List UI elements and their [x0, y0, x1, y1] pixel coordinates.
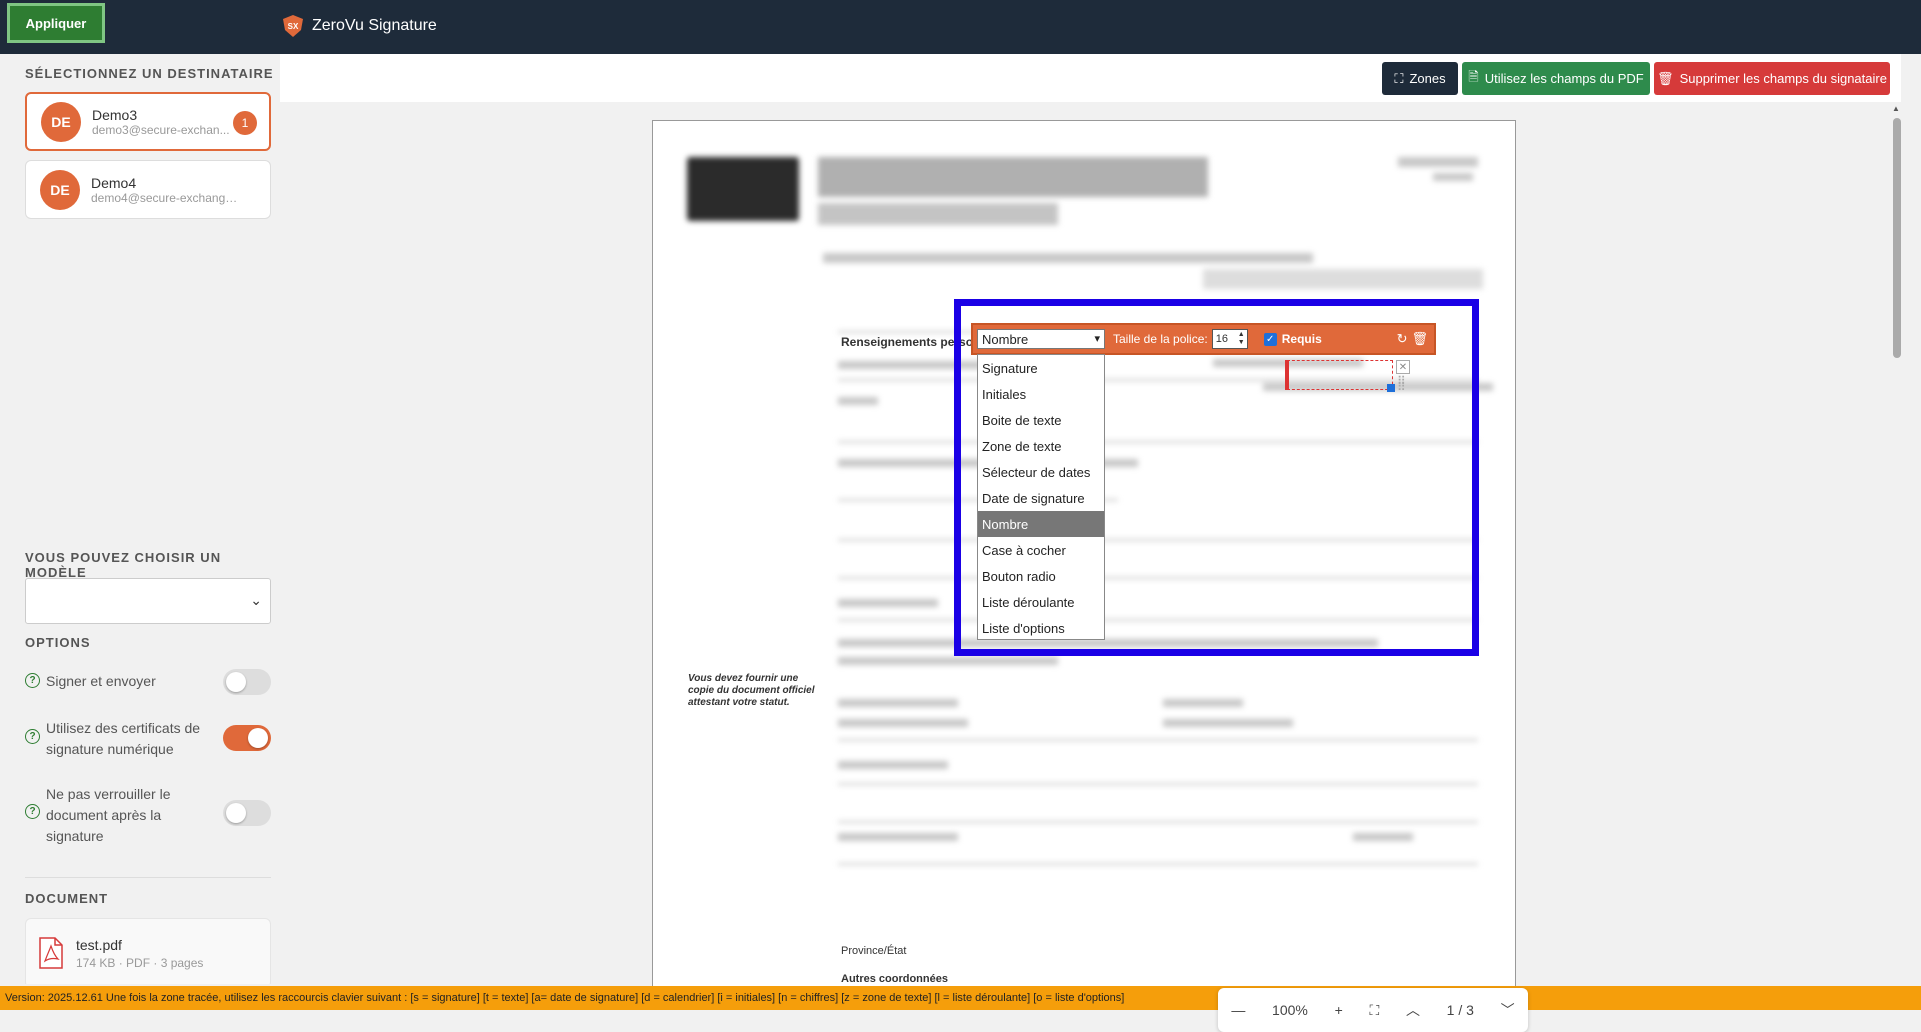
- zones-button[interactable]: ⛶ Zones: [1382, 62, 1458, 95]
- dropdown-option-text-box[interactable]: Boite de texte: [978, 407, 1104, 433]
- province-label: Province/État: [841, 945, 907, 957]
- option-no-lock: ? Ne pas verrouiller le document après l…: [25, 784, 271, 847]
- dropdown-option-checkbox[interactable]: Case à cocher: [978, 537, 1104, 563]
- dropdown-option-initials[interactable]: Initiales: [978, 381, 1104, 407]
- option-digital-certificates: ? Utilisez des certificats de signature …: [25, 718, 271, 760]
- top-bar: Appliquer SX ZeroVu Signature: [0, 0, 1921, 54]
- option-label: Ne pas verrouiller le document après la …: [46, 786, 171, 844]
- document-name: test.pdf: [76, 936, 122, 953]
- scrollbar[interactable]: ▲: [1891, 104, 1903, 984]
- template-title: VOUS POUVEZ CHOISIR UN MODÈLE: [25, 550, 222, 580]
- scroll-thumb[interactable]: [1893, 118, 1901, 358]
- recipient-name: Demo4: [91, 174, 137, 191]
- font-size-value: 16: [1215, 333, 1228, 345]
- field-type-value: Nombre: [982, 331, 1029, 347]
- other-contact-label: Autres coordonnées: [841, 973, 948, 985]
- page-indicator: 1 / 3: [1446, 1002, 1474, 1018]
- footer-shortcuts-bar: Version: 2025.12.61 Une fois la zone tra…: [0, 986, 1921, 1010]
- option-label: Signer et envoyer: [46, 673, 156, 689]
- required-label: Requis: [1281, 332, 1322, 346]
- recipient-card-demo4[interactable]: DE Demo4 demo4@secure-exchanges.c...: [25, 160, 271, 219]
- use-pdf-fields-button[interactable]: 🗎 Utilisez les champs du PDF: [1462, 62, 1650, 95]
- trash-icon[interactable]: 🗑: [1411, 331, 1428, 347]
- divider: [25, 877, 271, 878]
- document-meta: 174 KB · PDF · 3 pages: [76, 955, 204, 970]
- zoom-out-icon[interactable]: —: [1231, 1002, 1245, 1018]
- document-card[interactable]: test.pdf 174 KB · PDF · 3 pages: [25, 918, 271, 984]
- toolbar: ⛶ Zones 🗎 Utilisez les champs du PDF 🗑 S…: [280, 54, 1901, 102]
- shield-logo-icon: SX: [283, 15, 303, 37]
- option-label: Utilisez des certificats de signature nu…: [46, 720, 201, 757]
- refresh-icon[interactable]: ↻: [1397, 331, 1408, 347]
- spinner-icon[interactable]: ▲ ▼: [1238, 331, 1245, 347]
- field-editor-bar: Nombre ▾ Taille de la police: 16 ▲ ▼ ✓ Re…: [971, 323, 1436, 355]
- required-checkbox[interactable]: ✓: [1263, 332, 1277, 346]
- zoom-in-icon[interactable]: +: [1335, 1002, 1343, 1018]
- font-size-label: Taille de la police:: [1113, 332, 1208, 346]
- recipients-title: SÉLECTIONNEZ UN DESTINATAIRE: [25, 66, 274, 81]
- zoom-level: 100%: [1272, 1002, 1308, 1018]
- brand: SX ZeroVu Signature: [282, 14, 437, 38]
- sidebar: SÉLECTIONNEZ UN DESTINATAIRE DE Demo3 de…: [16, 54, 280, 984]
- chevron-down-icon: ⌄: [250, 592, 262, 608]
- zones-icon: ⛶: [1394, 70, 1404, 86]
- main-area: ⛶ Zones 🗎 Utilisez les champs du PDF 🗑 S…: [280, 54, 1901, 1032]
- recipient-name: Demo3: [92, 106, 138, 123]
- options-title: OPTIONS: [25, 635, 91, 650]
- font-size-input[interactable]: 16 ▲ ▼: [1211, 329, 1248, 349]
- recipient-email: demo3@secure-exchan...: [92, 122, 230, 137]
- recipient-card-demo3[interactable]: DE Demo3 demo3@secure-exchan... 1: [25, 92, 271, 151]
- next-page-icon[interactable]: ﹀: [1501, 1000, 1515, 1020]
- document-title: DOCUMENT: [25, 891, 109, 906]
- dropdown-option-signature[interactable]: Signature: [978, 355, 1104, 381]
- help-icon[interactable]: ?: [25, 804, 40, 819]
- previous-page-icon[interactable]: ︿: [1406, 1000, 1420, 1020]
- recipient-badge: 1: [233, 111, 257, 135]
- avatar: DE: [40, 169, 80, 210]
- avatar: DE: [41, 101, 81, 142]
- italic-note: Vous devez fournir une copie du document…: [688, 673, 815, 708]
- use-pdf-fields-label: Utilisez les champs du PDF: [1484, 71, 1644, 86]
- footer-text: Version: 2025.12.61 Une fois la zone tra…: [5, 992, 1125, 1004]
- drag-grip-icon[interactable]: ⠿ ⠿: [1397, 375, 1409, 396]
- zoom-controls: — 100% + ⛶ ︿ 1 / 3 ﹀: [1218, 988, 1528, 1032]
- dropdown-option-text-area[interactable]: Zone de texte: [978, 433, 1104, 459]
- apply-button[interactable]: Appliquer: [7, 3, 105, 43]
- dropdown-option-dropdown-list[interactable]: Liste déroulante: [978, 589, 1104, 615]
- dropdown-option-signature-date[interactable]: Date de signature: [978, 485, 1104, 511]
- digital-certificates-toggle[interactable]: [223, 725, 271, 751]
- number-field-zone[interactable]: [1287, 360, 1393, 390]
- dropdown-option-date-picker[interactable]: Sélecteur de dates: [978, 459, 1104, 485]
- svg-text:SX: SX: [288, 22, 299, 31]
- dropdown-option-number[interactable]: Nombre: [978, 511, 1104, 537]
- delete-signer-fields-label: Supprimer les champs du signataire: [1679, 71, 1887, 86]
- chevron-down-icon: ▾: [1094, 333, 1100, 345]
- option-sign-and-send: ? Signer et envoyer: [25, 669, 271, 695]
- dropdown-option-options-list[interactable]: Liste d'options: [978, 615, 1104, 641]
- help-icon[interactable]: ?: [25, 673, 40, 688]
- dropdown-option-radio[interactable]: Bouton radio: [978, 563, 1104, 589]
- zones-label: Zones: [1409, 71, 1446, 86]
- file-icon: 🗎: [1468, 68, 1479, 84]
- fullscreen-icon[interactable]: ⛶: [1369, 1002, 1379, 1019]
- recipient-email: demo4@secure-exchanges.c...: [91, 190, 241, 205]
- scroll-up-icon[interactable]: ▲: [1892, 104, 1900, 113]
- no-lock-toggle[interactable]: [223, 800, 271, 826]
- close-icon[interactable]: ✕: [1396, 360, 1410, 374]
- pdf-file-icon: [39, 937, 63, 969]
- help-icon[interactable]: ?: [25, 729, 40, 744]
- resize-handle[interactable]: [1387, 384, 1395, 392]
- trash-icon: 🗑: [1657, 70, 1674, 86]
- template-select[interactable]: ⌄: [25, 578, 271, 624]
- brand-name: ZeroVu Signature: [312, 17, 437, 34]
- field-type-dropdown: Signature Initiales Boite de texte Zone …: [977, 354, 1105, 640]
- field-type-select[interactable]: Nombre ▾: [977, 329, 1105, 349]
- delete-signer-fields-button[interactable]: 🗑 Supprimer les champs du signataire: [1654, 62, 1890, 95]
- sign-and-send-toggle[interactable]: [223, 669, 271, 695]
